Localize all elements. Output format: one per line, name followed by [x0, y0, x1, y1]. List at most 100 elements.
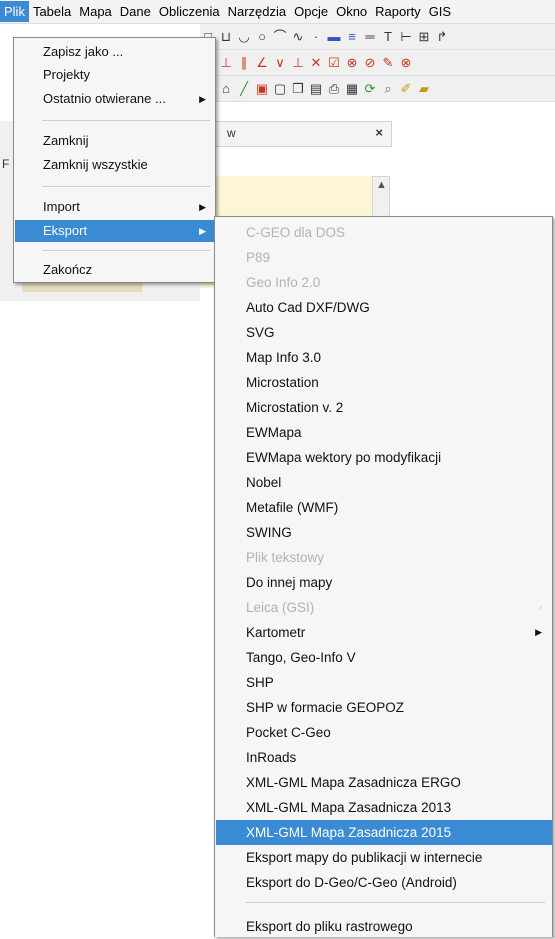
double-line-icon[interactable]: ═: [362, 29, 378, 45]
menu-item-ostatnio-otwierane[interactable]: Ostatnio otwierane ... ▶: [15, 88, 214, 110]
frame-icon[interactable]: ▢: [272, 81, 288, 97]
arc-tool-icon[interactable]: ◡: [236, 29, 252, 45]
perpendicular-point-icon[interactable]: ⊥: [218, 55, 234, 71]
menu-item-label: SWING: [246, 525, 292, 540]
menu-gis[interactable]: GIS: [425, 1, 455, 22]
export-item-dgeo-android[interactable]: Eksport do D-Geo/C-Geo (Android): [216, 870, 552, 895]
menu-item-label: C-GEO dla DOS: [246, 225, 346, 240]
menu-obliczenia[interactable]: Obliczenia: [155, 1, 224, 22]
folder-icon[interactable]: ▰: [416, 81, 432, 97]
image-icon[interactable]: ▣: [254, 81, 270, 97]
export-item-p89: P89: [216, 245, 552, 270]
copy-icon[interactable]: ❐: [290, 81, 306, 97]
point-tool-icon[interactable]: ·: [308, 29, 324, 45]
menu-item-label: SHP w formacie GEOPOZ: [246, 700, 405, 715]
export-item-plik-tekstowy: Plik tekstowy: [216, 545, 552, 570]
export-item-shp-geopoz[interactable]: SHP w formacie GEOPOZ: [216, 695, 552, 720]
file-menu: Zapisz jako ... Projekty Ostatnio otwier…: [13, 37, 216, 283]
building-icon[interactable]: ⌂: [218, 81, 234, 97]
offset-tool-icon[interactable]: ⊥: [290, 55, 306, 71]
export-item-metafile[interactable]: Metafile (WMF): [216, 495, 552, 520]
menu-item-zapisz-jako[interactable]: Zapisz jako ...: [15, 41, 214, 63]
export-item-mapinfo[interactable]: Map Info 3.0: [216, 345, 552, 370]
panel-close-button[interactable]: ×: [375, 125, 383, 140]
menu-narzedzia[interactable]: Narzędzia: [224, 1, 291, 22]
export-item-microstation[interactable]: Microstation: [216, 370, 552, 395]
menu-item-label: Map Info 3.0: [246, 350, 322, 365]
cup-shape-tool-icon[interactable]: ⊔: [218, 29, 234, 45]
draw-line-icon[interactable]: ╱: [236, 81, 252, 97]
export-item-shp[interactable]: SHP: [216, 670, 552, 695]
bisector-tool-icon[interactable]: ∨: [272, 55, 288, 71]
menu-item-label: EWMapa: [246, 425, 302, 440]
export-item-microstation-v2[interactable]: Microstation v. 2: [216, 395, 552, 420]
erase-tool-icon[interactable]: ⊘: [362, 55, 378, 71]
angle-tool-icon[interactable]: ∠: [254, 55, 270, 71]
menu-item-label: Microstation: [246, 375, 319, 390]
export-item-do-innej-mapy[interactable]: Do innej mapy: [216, 570, 552, 595]
menu-item-label: Pocket C-Geo: [246, 725, 331, 740]
text-tool-icon[interactable]: T: [380, 29, 396, 45]
menu-item-label: SHP: [246, 675, 274, 690]
menu-opcje[interactable]: Opcje: [290, 1, 332, 22]
zoom-icon[interactable]: ⌕: [380, 81, 396, 97]
menu-item-label: XML-GML Mapa Zasadnicza 2013: [246, 800, 452, 815]
export-item-svg[interactable]: SVG: [216, 320, 552, 345]
export-item-kartometr[interactable]: Kartometr ▶: [216, 620, 552, 645]
menu-item-zamknij[interactable]: Zamknij: [15, 130, 214, 152]
menu-item-label: InRoads: [246, 750, 297, 765]
parallel-tool-icon[interactable]: ∥: [236, 55, 252, 71]
menu-item-eksport[interactable]: Eksport ▶: [15, 220, 214, 242]
menu-item-label: SVG: [246, 325, 275, 340]
check-box-tool-icon[interactable]: ☑: [326, 55, 342, 71]
intersection-tool-icon[interactable]: ✕: [308, 55, 324, 71]
export-item-inroads[interactable]: InRoads: [216, 745, 552, 770]
map-icon[interactable]: ▦: [344, 81, 360, 97]
menu-item-label: Zamknij: [43, 133, 89, 148]
tools-icon[interactable]: ✐: [398, 81, 414, 97]
menu-separator: [42, 186, 210, 187]
rotate-text-icon[interactable]: ↱: [434, 29, 450, 45]
panel-header: w ×: [200, 121, 392, 147]
document-icon[interactable]: ▤: [308, 81, 324, 97]
drawing-toolbar: □ ⊔ ◡ ○ ⌒ ∿ · ▬ ≡ ═ T ⊢ ⊞ ↱: [200, 24, 555, 50]
pencil-tool-icon[interactable]: ✎: [380, 55, 396, 71]
curve-tool-icon[interactable]: ⌒: [272, 29, 288, 45]
line-style-icon[interactable]: ≡: [344, 29, 360, 45]
export-item-pocket-cgeo[interactable]: Pocket C-Geo: [216, 720, 552, 745]
menu-raporty[interactable]: Raporty: [371, 1, 425, 22]
circle-tool-icon[interactable]: ○: [254, 29, 270, 45]
menu-mapa[interactable]: Mapa: [75, 1, 116, 22]
export-item-xml-gml-2013[interactable]: XML-GML Mapa Zasadnicza 2013: [216, 795, 552, 820]
snap-tool-icon[interactable]: ⊗: [344, 55, 360, 71]
export-item-publikacja-internet[interactable]: Eksport mapy do publikacji w internecie: [216, 845, 552, 870]
spline-tool-icon[interactable]: ∿: [290, 29, 306, 45]
export-item-geo-info-2: Geo Info 2.0: [216, 270, 552, 295]
scroll-up-icon[interactable]: ▲: [376, 179, 387, 191]
delete-tool-icon[interactable]: ⊗: [398, 55, 414, 71]
print-icon[interactable]: ⎙: [326, 81, 342, 97]
export-item-ewmapa[interactable]: EWMapa: [216, 420, 552, 445]
menu-item-zamknij-wszystkie[interactable]: Zamknij wszystkie: [15, 154, 214, 176]
dimension-tool-icon[interactable]: ⊢: [398, 29, 414, 45]
export-item-swing[interactable]: SWING: [216, 520, 552, 545]
export-item-ewmapa-wektory[interactable]: EWMapa wektory po modyfikacji: [216, 445, 552, 470]
menu-separator: [42, 250, 210, 251]
export-item-xml-gml-2015[interactable]: XML-GML Mapa Zasadnicza 2015: [216, 820, 552, 845]
label-tool-icon[interactable]: ⊞: [416, 29, 432, 45]
refresh-icon[interactable]: ⟳: [362, 81, 378, 97]
menu-item-zakoncz[interactable]: Zakończ: [15, 259, 214, 281]
export-item-nobel[interactable]: Nobel: [216, 470, 552, 495]
export-item-xml-gml-ergo[interactable]: XML-GML Mapa Zasadnicza ERGO: [216, 770, 552, 795]
menu-item-projekty[interactable]: Projekty: [15, 64, 214, 86]
menu-okno[interactable]: Okno: [332, 1, 371, 22]
menu-dane[interactable]: Dane: [116, 1, 155, 22]
menu-item-label: Zapisz jako ...: [43, 44, 124, 59]
export-item-tango[interactable]: Tango, Geo-Info V: [216, 645, 552, 670]
fill-tool-icon[interactable]: ▬: [326, 29, 342, 45]
menu-plik[interactable]: Plik: [0, 1, 29, 22]
export-item-autocad[interactable]: Auto Cad DXF/DWG: [216, 295, 552, 320]
export-item-plik-rastrowy[interactable]: Eksport do pliku rastrowego: [216, 914, 552, 939]
menu-item-import[interactable]: Import ▶: [15, 196, 214, 218]
menu-tabela[interactable]: Tabela: [29, 1, 75, 22]
